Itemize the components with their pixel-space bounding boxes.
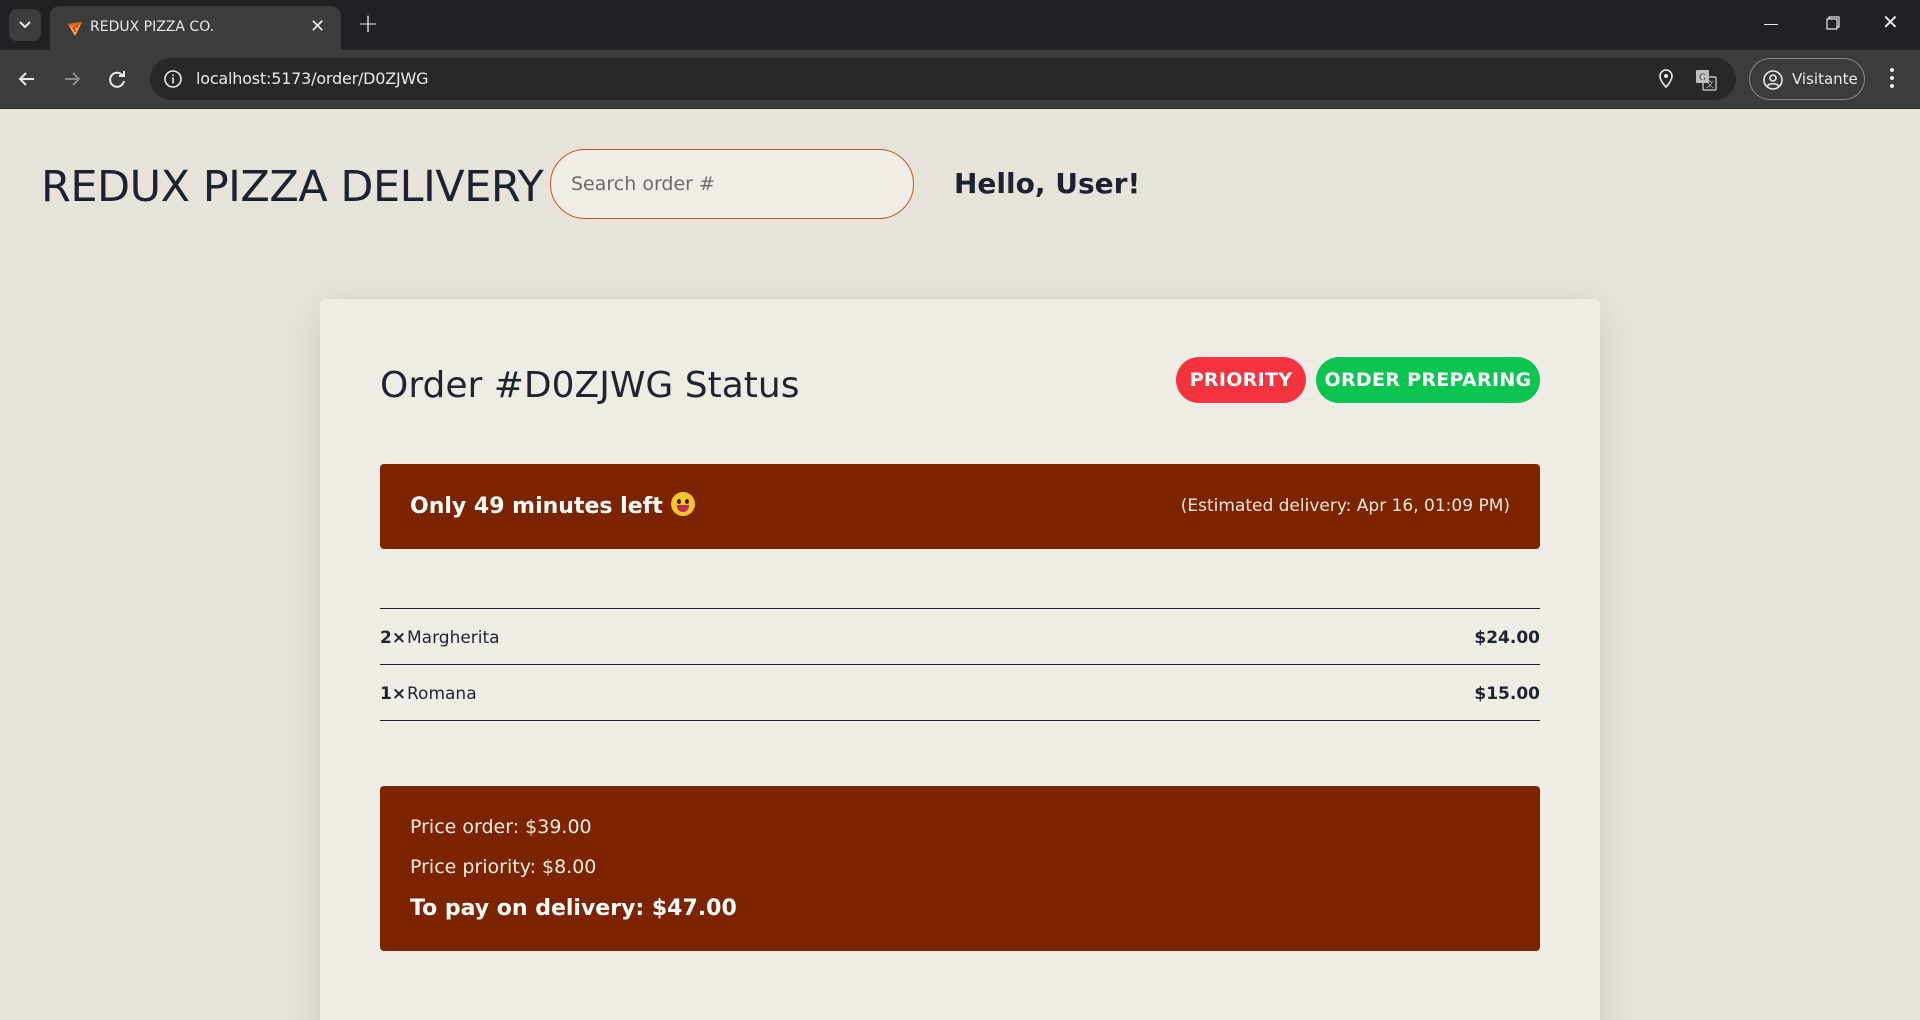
browser-toolbar: localhost:5173/order/D0ZJWG G 文 Visitant… bbox=[0, 50, 1920, 109]
smiley-emoji-icon bbox=[670, 492, 695, 516]
svg-text:文: 文 bbox=[1706, 79, 1714, 89]
price-priority: Price priority: $8.00 bbox=[410, 856, 597, 878]
order-title: Order #D0ZJWG Status bbox=[380, 365, 800, 406]
item-name: Romana bbox=[407, 684, 477, 704]
status-badge: ORDER PREPARING bbox=[1316, 357, 1540, 403]
price-order: Price order: $39.00 bbox=[410, 816, 592, 838]
chevron-down-icon bbox=[19, 21, 31, 29]
forward-icon[interactable] bbox=[57, 64, 87, 94]
address-bar[interactable]: localhost:5173/order/D0ZJWG G 文 bbox=[150, 58, 1736, 100]
eta-banner: Only 49 minutes left (Estimated delivery… bbox=[380, 464, 1540, 549]
profile-button[interactable]: Visitante bbox=[1749, 58, 1865, 100]
reload-icon[interactable] bbox=[102, 64, 132, 94]
item-quantity: 2× bbox=[380, 628, 407, 648]
search-order-input[interactable] bbox=[550, 149, 914, 219]
item-name: Margherita bbox=[407, 628, 500, 648]
item-price: $15.00 bbox=[1474, 684, 1540, 704]
location-icon[interactable] bbox=[1656, 68, 1676, 90]
order-item: 1× Romana $15.00 bbox=[380, 665, 1540, 721]
tab-search-button[interactable] bbox=[9, 9, 41, 41]
priority-badge: PRIORITY bbox=[1176, 357, 1306, 403]
more-menu-icon[interactable] bbox=[1888, 66, 1896, 90]
close-window-icon[interactable]: ✕ bbox=[1882, 12, 1899, 32]
page-content: REDUX PIZZA DELIVERY Hello, User! Order … bbox=[0, 109, 1920, 1020]
eta-text: Only 49 minutes left bbox=[410, 494, 663, 519]
order-card: Order #D0ZJWG Status PRIORITY ORDER PREP… bbox=[320, 299, 1600, 1020]
item-quantity: 1× bbox=[380, 684, 407, 704]
site-info-icon[interactable] bbox=[163, 69, 183, 89]
browser-tab[interactable]: REDUX PIZZA CO. ✕ bbox=[50, 6, 341, 50]
account-icon bbox=[1763, 70, 1783, 90]
order-item: 2× Margherita $24.00 bbox=[380, 609, 1540, 665]
tab-title: REDUX PIZZA CO. bbox=[90, 19, 215, 35]
order-totals: Price order: $39.00 Price priority: $8.0… bbox=[380, 786, 1540, 951]
item-price: $24.00 bbox=[1474, 628, 1540, 648]
translate-icon[interactable]: G 文 bbox=[1695, 69, 1717, 91]
new-tab-button[interactable]: + bbox=[352, 8, 384, 40]
profile-label: Visitante bbox=[1792, 70, 1858, 88]
browser-tab-bar: REDUX PIZZA CO. ✕ + ✕ bbox=[0, 0, 1920, 50]
back-icon[interactable] bbox=[12, 64, 42, 94]
user-greeting: Hello, User! bbox=[954, 167, 1141, 200]
to-pay-total: To pay on delivery: $47.00 bbox=[410, 896, 737, 921]
restore-icon[interactable] bbox=[1826, 16, 1840, 30]
order-items-list: 2× Margherita $24.00 1× Romana $15.00 bbox=[380, 608, 1540, 721]
brand-logo[interactable]: REDUX PIZZA DELIVERY bbox=[41, 162, 544, 212]
minimize-icon[interactable] bbox=[1764, 24, 1778, 25]
close-tab-icon[interactable]: ✕ bbox=[310, 18, 325, 36]
eta-text-row: Only 49 minutes left bbox=[410, 492, 695, 519]
url-text[interactable]: localhost:5173/order/D0ZJWG bbox=[196, 69, 429, 88]
pizza-icon bbox=[68, 22, 82, 36]
estimated-delivery: (Estimated delivery: Apr 16, 01:09 PM) bbox=[1180, 496, 1510, 516]
